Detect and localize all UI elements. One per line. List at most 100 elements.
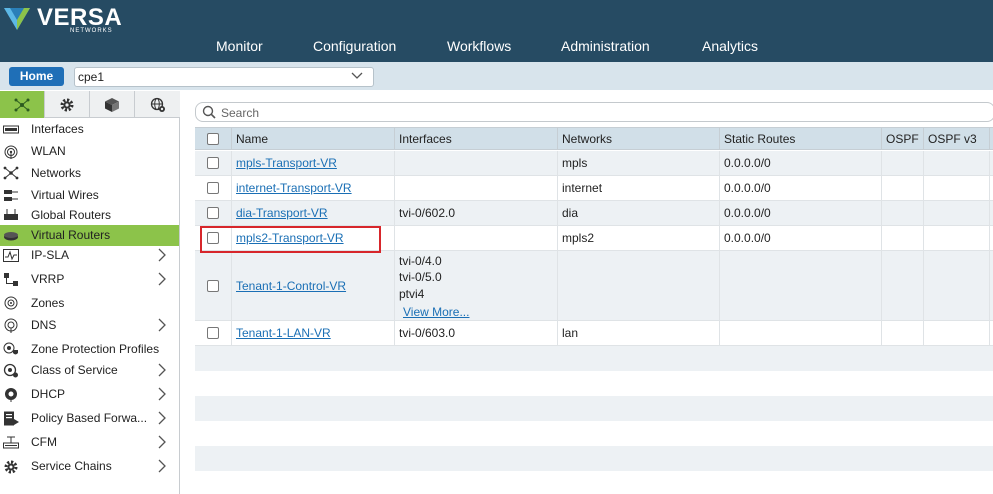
cell-static-routes: 0.0.0.0/0 xyxy=(724,206,771,220)
versa-logo[interactable]: VERSA NETWORKS xyxy=(4,4,122,34)
header-name[interactable]: Name xyxy=(232,128,395,150)
table-row[interactable]: internet-Transport-VR internet 0.0.0.0/0 xyxy=(195,176,993,201)
table-row[interactable]: mpls-Transport-VR mpls 0.0.0.0/0 xyxy=(195,151,993,176)
row-checkbox[interactable] xyxy=(207,157,219,169)
sidebar-item-cfm[interactable]: CFM xyxy=(0,432,179,453)
brand-sub: NETWORKS xyxy=(70,28,113,34)
sidebar-item-wlan[interactable]: WLAN xyxy=(0,141,179,162)
vrrp-icon xyxy=(4,273,18,286)
row-checkbox[interactable] xyxy=(207,327,219,339)
interface-icon xyxy=(3,125,19,134)
policy-icon xyxy=(4,411,19,426)
sidebar-item-networks[interactable]: Networks xyxy=(0,163,179,184)
sidebar-item-class-of-service[interactable]: Class of Service xyxy=(0,360,179,381)
tab-services[interactable] xyxy=(135,91,180,118)
cell-ospf-v3 xyxy=(924,226,990,250)
breadcrumb: Home cpe1 xyxy=(0,62,993,90)
home-button[interactable]: Home xyxy=(9,67,64,86)
nav-analytics[interactable]: Analytics xyxy=(702,38,758,54)
dns-icon xyxy=(4,318,18,333)
cell-interfaces: tvi-0/603.0 xyxy=(399,326,456,340)
cell-ospf-v3 xyxy=(924,151,990,175)
sidebar-item-zones[interactable]: Zones xyxy=(0,293,179,314)
view-more-link[interactable]: View More... xyxy=(403,305,469,319)
cube-icon xyxy=(105,97,119,112)
chevron-right-icon xyxy=(158,459,166,473)
chevron-right-icon xyxy=(158,435,166,449)
wifi-icon xyxy=(4,145,18,159)
device-select-value: cpe1 xyxy=(78,70,105,84)
table-row[interactable]: dia-Transport-VR tvi-0/602.0 dia 0.0.0.0… xyxy=(195,201,993,226)
table-header: Name Interfaces Networks Static Routes O… xyxy=(195,127,993,150)
empty-row xyxy=(195,446,993,471)
sla-icon xyxy=(3,249,19,262)
versa-logo-icon xyxy=(4,8,30,30)
nav-administration[interactable]: Administration xyxy=(561,38,650,54)
device-select[interactable]: cpe1 xyxy=(74,67,374,87)
nav-workflows[interactable]: Workflows xyxy=(447,38,511,54)
router-name-link[interactable]: Tenant-1-Control-VR xyxy=(236,279,346,293)
sidebar-item-policy-based-forwarding[interactable]: Policy Based Forwa... xyxy=(0,408,179,429)
interface-item: ptvi4 xyxy=(399,287,425,301)
sidebar-item-ip-sla[interactable]: IP-SLA xyxy=(0,245,179,266)
cell-ospf-v3 xyxy=(924,321,990,345)
cell-networks: mpls xyxy=(562,156,588,170)
router-name-link[interactable]: internet-Transport-VR xyxy=(236,181,352,195)
cell-interfaces xyxy=(395,176,558,200)
chevron-right-icon xyxy=(158,387,166,401)
select-all-checkbox[interactable] xyxy=(207,133,219,145)
interface-item: tvi-0/4.0 xyxy=(399,254,442,268)
cell-ospf xyxy=(882,151,924,175)
header-interfaces[interactable]: Interfaces xyxy=(395,128,558,150)
cell-ospf xyxy=(882,226,924,250)
sidebar-item-dns[interactable]: DNS xyxy=(0,315,179,336)
router-name-link[interactable]: mpls-Transport-VR xyxy=(236,156,337,170)
sidebar-item-virtual-wires[interactable]: Virtual Wires xyxy=(0,185,179,206)
tab-objects[interactable] xyxy=(90,91,135,118)
cell-ospf xyxy=(882,176,924,200)
cos-icon xyxy=(3,363,18,378)
nav-monitor[interactable]: Monitor xyxy=(216,38,263,54)
search-icon xyxy=(202,105,216,119)
row-checkbox[interactable] xyxy=(207,280,219,292)
router-name-link[interactable]: Tenant-1-LAN-VR xyxy=(236,326,331,340)
cell-interfaces xyxy=(395,151,558,175)
service-chain-icon xyxy=(4,460,18,474)
row-checkbox[interactable] xyxy=(207,182,219,194)
empty-row xyxy=(195,396,993,421)
cell-networks: lan xyxy=(562,326,579,340)
cell-static-routes: 0.0.0.0/0 xyxy=(724,181,771,195)
sidebar-item-interfaces[interactable]: Interfaces xyxy=(0,119,179,140)
tab-settings[interactable] xyxy=(45,91,90,118)
zone-protection-icon xyxy=(3,342,18,355)
virtual-router-icon xyxy=(4,232,18,241)
zone-icon xyxy=(4,296,18,310)
nav-configuration[interactable]: Configuration xyxy=(313,38,396,54)
empty-row xyxy=(195,346,993,371)
wire-icon xyxy=(4,190,18,201)
table-row[interactable]: Tenant-1-LAN-VR tvi-0/603.0 lan xyxy=(195,321,993,346)
table-row[interactable]: Tenant-1-Control-VR tvi-0/4.0 tvi-0/5.0 … xyxy=(195,251,993,321)
row-checkbox[interactable] xyxy=(207,207,219,219)
header-select-all xyxy=(195,128,232,150)
sidebar-item-zone-protection-profiles[interactable]: Zone Protection Profiles xyxy=(0,339,179,360)
header-static-routes[interactable]: Static Routes xyxy=(720,128,882,150)
cell-ospf xyxy=(882,321,924,345)
dhcp-icon xyxy=(5,388,17,402)
cell-static-routes: 0.0.0.0/0 xyxy=(724,156,771,170)
sidebar-item-vrrp[interactable]: VRRP xyxy=(0,269,179,290)
header-ospf-v3[interactable]: OSPF v3 xyxy=(924,128,990,150)
header-ospf[interactable]: OSPF xyxy=(882,128,924,150)
highlight-box xyxy=(200,226,381,253)
cell-ospf-v3 xyxy=(924,251,990,320)
search-input[interactable]: Search xyxy=(195,102,993,122)
sidebar-item-global-routers[interactable]: Global Routers xyxy=(0,205,179,226)
sidebar-item-dhcp[interactable]: DHCP xyxy=(0,384,179,405)
sidebar-item-service-chains[interactable]: Service Chains xyxy=(0,456,179,477)
cfm-icon xyxy=(3,436,19,449)
tab-networking[interactable] xyxy=(0,91,45,118)
sidebar-item-virtual-routers[interactable]: Virtual Routers xyxy=(0,225,179,246)
router-name-link[interactable]: dia-Transport-VR xyxy=(236,206,328,220)
networking-icon xyxy=(14,98,30,111)
header-networks[interactable]: Networks xyxy=(558,128,720,150)
